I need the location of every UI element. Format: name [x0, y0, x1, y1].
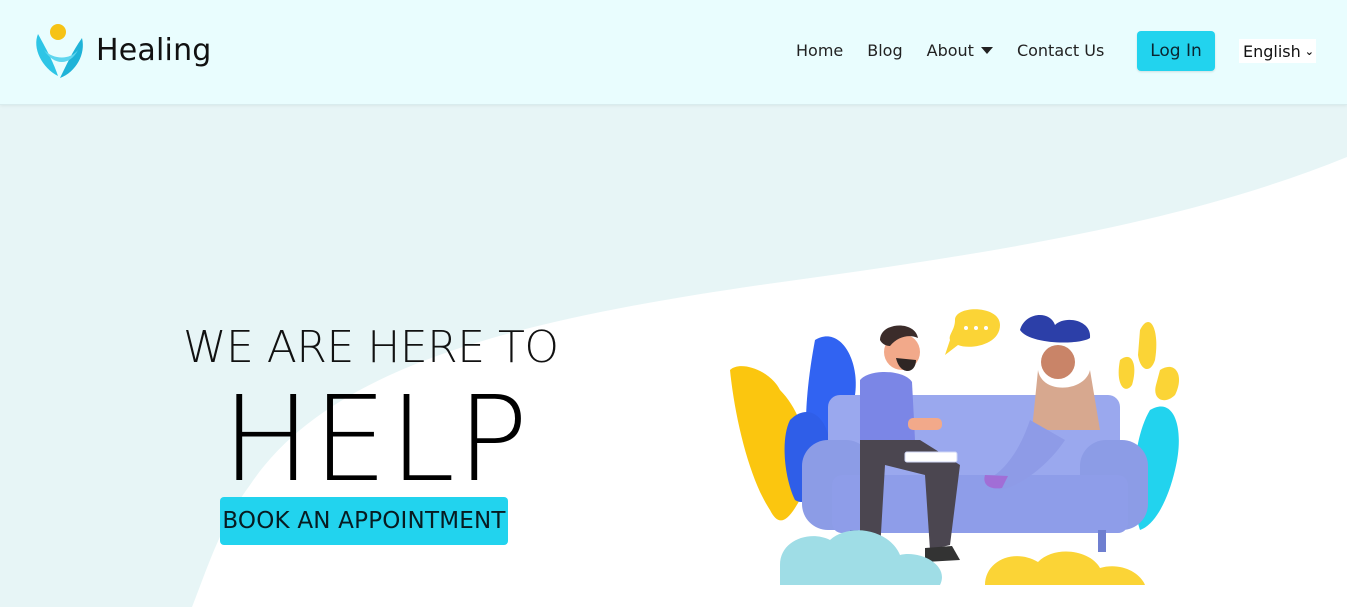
- hero-headline: HELP: [222, 370, 531, 508]
- top-navbar: Healing Home Blog About Contact Us Log I…: [0, 0, 1347, 105]
- main-nav: Home Blog About Contact Us: [796, 30, 1128, 70]
- language-select-value: English: [1243, 41, 1301, 61]
- brand-name: Healing: [96, 32, 212, 68]
- nav-contact-link[interactable]: Contact Us: [1017, 41, 1104, 60]
- nav-home-link[interactable]: Home: [796, 41, 843, 60]
- nav-about-dropdown[interactable]: About: [927, 41, 993, 60]
- hero-tagline: WE ARE HERE TO: [183, 322, 559, 373]
- book-appointment-button[interactable]: BOOK AN APPOINTMENT: [220, 497, 508, 545]
- healing-logo-icon: [36, 24, 83, 78]
- language-select[interactable]: English ⌄: [1239, 39, 1316, 63]
- therapy-session-illustration: [730, 309, 1180, 585]
- nav-blog-link[interactable]: Blog: [867, 41, 902, 60]
- chevron-down-icon: ⌄: [1304, 44, 1314, 58]
- caret-down-icon: [980, 46, 993, 54]
- brand[interactable]: Healing: [30, 20, 212, 80]
- login-button[interactable]: Log In: [1137, 31, 1215, 71]
- nav-about-label: About: [926, 40, 974, 60]
